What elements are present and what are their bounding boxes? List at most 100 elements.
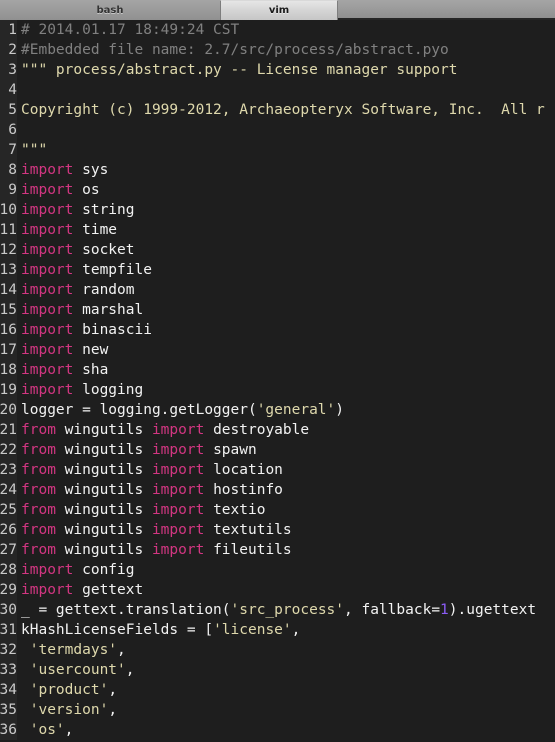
code-line[interactable]: 26 from wingutils import textutils (0, 520, 555, 540)
code-line[interactable]: 23 from wingutils import location (0, 460, 555, 480)
line-number: 2 (0, 40, 17, 60)
line-number: 24 (0, 480, 17, 500)
code-line[interactable]: 3 """ process/abstract.py -- License mana… (0, 60, 555, 80)
code-line[interactable]: 2 #Embedded file name: 2.7/src/process/ab… (0, 40, 555, 60)
token-keyword: import (21, 322, 74, 338)
token-string: 'os' (21, 722, 65, 738)
token-keyword: import (151, 462, 205, 478)
terminal-tab-label: vim (268, 5, 290, 16)
code-line[interactable]: 31 kHashLicenseFields = ['license', (0, 620, 555, 640)
token-plain: spawn (204, 442, 257, 458)
token-string: 'usercount' (21, 662, 126, 678)
code-line[interactable]: 8 import sys (0, 160, 555, 180)
code-line[interactable]: 1 # 2014.01.17 18:49:24 CST (0, 20, 555, 40)
code-line[interactable]: 33 'usercount', (0, 660, 555, 680)
code-line[interactable]: 36 'os', (0, 720, 555, 740)
code-line[interactable]: 14 import random (0, 280, 555, 300)
code-line[interactable]: 22 from wingutils import spawn (0, 440, 555, 460)
token-string: 'license' (213, 622, 292, 638)
code-line[interactable]: 9 import os (0, 180, 555, 200)
code-line[interactable]: 20 logger = logging.getLogger('general') (0, 400, 555, 420)
code-line-text: import sys (21, 160, 108, 180)
code-line-text: from wingutils import textutils (21, 520, 292, 540)
code-line[interactable]: 13 import tempfile (0, 260, 555, 280)
terminal-tab-bash[interactable]: bash (0, 0, 220, 20)
code-line-text: import config (21, 560, 135, 580)
code-area[interactable]: 1 # 2014.01.17 18:49:24 CST 2 #Embedded fil… (0, 20, 555, 740)
code-line[interactable]: 29 import gettext (0, 580, 555, 600)
token-keyword: import (151, 522, 205, 538)
line-number: 16 (0, 320, 17, 340)
code-line[interactable]: 10 import string (0, 200, 555, 220)
code-line[interactable]: 32 'termdays', (0, 640, 555, 660)
token-plain: tempfile (73, 262, 152, 278)
code-line-text: import os (21, 180, 100, 200)
token-plain: wingutils (55, 542, 152, 558)
terminal-tab-vim[interactable]: vim (220, 0, 338, 20)
line-number: 35 (0, 700, 17, 720)
code-line[interactable]: 5 Copyright (c) 1999-2012, Archaeopteryx … (0, 100, 555, 120)
code-line[interactable]: 12 import socket (0, 240, 555, 260)
line-number: 21 (0, 420, 17, 440)
code-line[interactable]: 4 (0, 80, 555, 100)
code-line-text: """ process/abstract.py -- License manag… (21, 60, 458, 80)
token-keyword: from (21, 482, 56, 498)
token-string: """ (21, 142, 48, 158)
token-string: 'version' (21, 702, 109, 718)
token-plain: string (73, 202, 135, 218)
code-line[interactable]: 7 """ (0, 140, 555, 160)
code-line[interactable]: 24 from wingutils import hostinfo (0, 480, 555, 500)
code-line[interactable]: 17 import new (0, 340, 555, 360)
token-plain: destroyable (204, 422, 310, 438)
code-line-text: import time (21, 220, 117, 240)
token-keyword: import (21, 202, 74, 218)
code-line-text: #Embedded file name: 2.7/src/process/abs… (21, 40, 449, 60)
token-string: 'general' (256, 402, 336, 418)
line-number: 22 (0, 440, 17, 460)
code-line[interactable]: 16 import binascii (0, 320, 555, 340)
token-keyword: import (21, 382, 74, 398)
code-line-text: import new (21, 340, 108, 360)
code-line[interactable]: 35 'version', (0, 700, 555, 720)
line-number: 27 (0, 540, 17, 560)
token-string: 'termdays' (21, 642, 118, 658)
code-line[interactable]: 34 'product', (0, 680, 555, 700)
token-keyword: import (21, 182, 74, 198)
code-line[interactable]: 25 from wingutils import textio (0, 500, 555, 520)
token-plain: textio (204, 502, 266, 518)
code-line[interactable]: 15 import marshal (0, 300, 555, 320)
token-plain: , (108, 682, 118, 698)
code-line-text: 'usercount', (21, 660, 135, 680)
token-plain: , (108, 702, 118, 718)
line-number: 14 (0, 280, 17, 300)
code-line[interactable]: 28 import config (0, 560, 555, 580)
token-keyword: from (21, 462, 56, 478)
code-line[interactable]: 6 (0, 120, 555, 140)
token-plain: sys (73, 162, 109, 178)
token-plain: ).ugettext (448, 602, 537, 618)
token-plain: new (73, 342, 109, 358)
code-line[interactable]: 19 import logging (0, 380, 555, 400)
code-line-text: import socket (21, 240, 135, 260)
line-number: 25 (0, 500, 17, 520)
line-number: 7 (0, 140, 17, 160)
token-plain: logger = logging.getLogger( (21, 402, 257, 418)
line-number: 8 (0, 160, 17, 180)
code-line[interactable]: 30 _ = gettext.translation('src_process',… (0, 600, 555, 620)
code-line-text: """ (21, 140, 47, 160)
line-number: 11 (0, 220, 17, 240)
code-line[interactable]: 11 import time (0, 220, 555, 240)
code-line-text: import random (21, 280, 135, 300)
code-line[interactable]: 21 from wingutils import destroyable (0, 420, 555, 440)
code-line-text: from wingutils import spawn (21, 440, 257, 460)
token-plain: , (64, 722, 74, 738)
code-line[interactable]: 18 import sha (0, 360, 555, 380)
token-plain: os (73, 182, 100, 198)
code-line-text: from wingutils import fileutils (21, 540, 292, 560)
line-number: 36 (0, 720, 17, 740)
vim-editor[interactable]: 1 # 2014.01.17 18:49:24 CST 2 #Embedded fil… (0, 20, 555, 740)
line-number: 9 (0, 180, 17, 200)
code-line[interactable]: 27 from wingutils import fileutils (0, 540, 555, 560)
line-number: 5 (0, 100, 17, 120)
token-plain: logging (73, 382, 144, 398)
